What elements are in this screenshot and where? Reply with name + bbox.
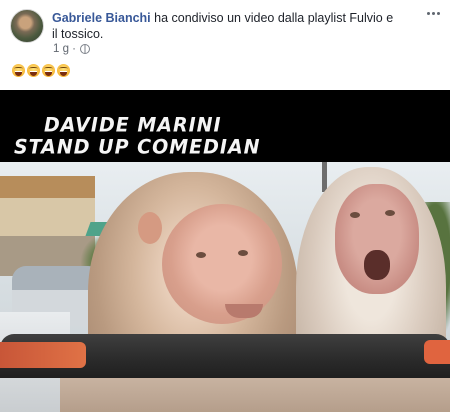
laugh-cry-emoji-icon	[27, 64, 40, 77]
laugh-cry-emoji-icon	[42, 64, 55, 77]
video-caption-line2: STAND UP COMEDIAN	[14, 135, 261, 159]
dashboard-red-trim-right	[424, 340, 450, 364]
monkey-body-lower	[60, 376, 450, 412]
shared-video-player[interactable]: DAVIDE MARINI STAND UP COMEDIAN	[0, 90, 450, 412]
facebook-post: Gabriele Bianchi ha condiviso un video d…	[0, 0, 450, 412]
author-name-link[interactable]: Gabriele Bianchi	[52, 11, 151, 25]
monkey-right-mouth	[364, 250, 390, 280]
more-options-icon[interactable]	[422, 6, 444, 20]
video-frame	[0, 162, 450, 412]
monkey-right-eye	[350, 212, 360, 218]
monkey-left-face	[162, 204, 282, 324]
author-avatar[interactable]	[10, 9, 44, 43]
laugh-cry-emoji-icon	[12, 64, 25, 77]
post-meta: 1 g ·	[53, 43, 91, 55]
dashboard-red-trim-left	[0, 342, 86, 368]
monkey-left-ear	[138, 212, 162, 244]
monkey-right-eye	[385, 210, 395, 216]
video-caption-line1: DAVIDE MARINI	[44, 113, 222, 137]
globe-icon	[80, 44, 91, 54]
post-text-emojis	[12, 64, 70, 77]
post-headline: Gabriele Bianchi ha condiviso un video d…	[52, 10, 402, 42]
video-caption-band: DAVIDE MARINI STAND UP COMEDIAN	[0, 90, 450, 162]
laugh-cry-emoji-icon	[57, 64, 70, 77]
monkey-left-eye	[196, 252, 206, 258]
monkey-left-eye	[238, 250, 248, 256]
post-timestamp[interactable]: 1 g ·	[53, 43, 76, 55]
